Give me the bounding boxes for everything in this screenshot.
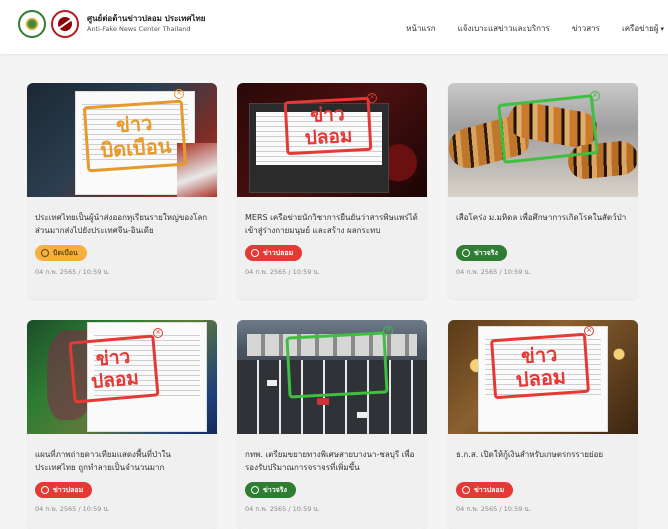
main-nav: หน้าแรก แจ้งเบาะแสข่าวและบริการ ข่าวสาร … xyxy=(384,22,664,35)
news-date: 04 ก.พ. 2565 / 10:59 น. xyxy=(35,268,110,276)
status-badge[interactable]: ข่าวปลอม xyxy=(245,245,303,261)
logo-subtitle: Anti-Fake News Center Thailand xyxy=(87,24,191,33)
chevron-down-icon: ▾ xyxy=(660,25,664,33)
close-icon: × xyxy=(584,326,594,336)
government-seal-icon xyxy=(18,10,46,38)
news-thumbnail: ข่าว บิดเบือน × xyxy=(27,83,217,197)
stamp-line-2: ปลอม xyxy=(514,363,567,392)
news-title[interactable]: ประเทศไทยเป็นผู้นำส่งออกทุเรียนรายใหญ่ขอ… xyxy=(27,211,217,237)
nav-news[interactable]: ข่าวสาร xyxy=(572,22,600,35)
news-card[interactable]: ข่าว ปลอม × แผนที่ภาพถ่ายดาวเทียมแสดงพื้… xyxy=(27,320,217,529)
close-icon: × xyxy=(367,93,377,103)
stamp-line-1: ข่าว xyxy=(309,102,346,127)
anti-fake-news-logo-icon xyxy=(51,10,79,38)
stamp-line-2: ปลอม xyxy=(90,366,140,393)
status-badge[interactable]: ข่าวจริง xyxy=(245,482,296,498)
news-date: 04 ก.พ. 2565 / 10:59 น. xyxy=(456,268,531,276)
news-thumbnail: ข่าว ปลอม × xyxy=(27,320,217,434)
info-circle-icon xyxy=(462,486,470,494)
stamp-line-2: ปลอม xyxy=(304,124,353,149)
close-icon: × xyxy=(174,89,184,99)
status-badge[interactable]: ข่าวปลอม xyxy=(35,482,93,498)
true-news-stamp xyxy=(497,94,599,164)
news-date: 04 ก.พ. 2565 / 10:59 น. xyxy=(245,268,320,276)
stamp-line-2: บิดเบือน xyxy=(99,133,173,163)
news-thumbnail: ข่าว ปลอม × xyxy=(237,83,427,197)
close-icon: × xyxy=(153,328,163,338)
news-title[interactable]: เสือโคร่ง ม.มหิดล เพื่อศึกษาการเกิดโรคใน… xyxy=(448,211,638,237)
stamp-line-1: ข่าว xyxy=(115,110,154,138)
news-card[interactable]: ข่าว ปลอม × MERS เครือข่ายนักวิชาการยืนย… xyxy=(237,83,427,299)
news-date: 04 ก.พ. 2565 / 10:59 น. xyxy=(35,505,110,513)
news-date: 04 ก.พ. 2565 / 10:59 น. xyxy=(456,505,531,513)
news-card[interactable]: ข่าว ปลอม × ธ.ก.ส. เปิดให้กู้เงินสำหรับเ… xyxy=(448,320,638,529)
status-badge[interactable]: ข่าวปลอม xyxy=(456,482,514,498)
badge-label: ข่าวจริง xyxy=(474,248,498,257)
news-title[interactable]: แผนที่ภาพถ่ายดาวเทียมแสดงพื้นที่ป่าในประ… xyxy=(27,448,217,474)
status-badge[interactable]: บิดเบือน xyxy=(35,245,87,261)
stamp-line-1: ข่าว xyxy=(94,345,132,370)
distorted-news-stamp: ข่าว บิดเบือน xyxy=(82,99,188,173)
badge-label: ข่าวปลอม xyxy=(53,485,84,494)
true-news-stamp xyxy=(285,331,389,399)
logo[interactable]: ศูนย์ต่อต้านข่าวปลอม ประเทศไทย Anti-Fake… xyxy=(18,10,205,38)
fake-news-stamp: ข่าว ปลอม xyxy=(283,96,373,156)
info-circle-icon xyxy=(41,249,49,257)
news-thumbnail: × xyxy=(237,320,427,434)
news-thumbnail: ข่าว ปลอม × xyxy=(448,320,638,434)
news-card[interactable]: × เสือโคร่ง ม.มหิดล เพื่อศึกษาการเกิดโรค… xyxy=(448,83,638,299)
info-circle-icon xyxy=(251,486,259,494)
close-icon: × xyxy=(383,326,393,336)
news-title[interactable]: กทพ. เตรียมขยายทางพิเศษสายบางนา-ชลบุรี เ… xyxy=(237,448,427,474)
badge-label: บิดเบือน xyxy=(53,248,78,257)
fake-news-stamp: ข่าว ปลอม xyxy=(490,332,590,400)
nav-report[interactable]: แจ้งเบาะแสข่าวและบริการ xyxy=(458,22,550,35)
info-circle-icon xyxy=(251,249,259,257)
badge-label: ข่าวปลอม xyxy=(263,248,294,257)
badge-label: ข่าวจริง xyxy=(263,485,287,494)
news-title[interactable]: ธ.ก.ส. เปิดให้กู้เงินสำหรับเกษตรกรรายย่อ… xyxy=(448,448,638,474)
status-badge[interactable]: ข่าวจริง xyxy=(456,245,507,261)
nav-home[interactable]: หน้าแรก xyxy=(406,22,436,35)
news-thumbnail: × xyxy=(448,83,638,197)
news-card[interactable]: × กทพ. เตรียมขยายทางพิเศษสายบางนา-ชลบุรี… xyxy=(237,320,427,529)
news-title[interactable]: MERS เครือข่ายนักวิชาการยืนยันว่าสารพิษแ… xyxy=(237,211,427,237)
news-date: 04 ก.พ. 2565 / 10:59 น. xyxy=(245,505,320,513)
info-circle-icon xyxy=(462,249,470,257)
stamp-line-1: ข่าว xyxy=(520,341,559,368)
news-card[interactable]: ข่าว บิดเบือน × ประเทศไทยเป็นผู้นำส่งออก… xyxy=(27,83,217,299)
fake-news-stamp: ข่าว ปลอม xyxy=(68,334,160,404)
logo-title: ศูนย์ต่อต้านข่าวปลอม ประเทศไทย xyxy=(87,14,206,24)
site-header: ศูนย์ต่อต้านข่าวปลอม ประเทศไทย Anti-Fake… xyxy=(0,0,668,54)
close-icon: × xyxy=(590,91,600,101)
badge-label: ข่าวปลอม xyxy=(474,485,505,494)
nav-network[interactable]: เครือข่ายผู้ ▾ xyxy=(622,22,664,35)
info-circle-icon xyxy=(41,486,49,494)
